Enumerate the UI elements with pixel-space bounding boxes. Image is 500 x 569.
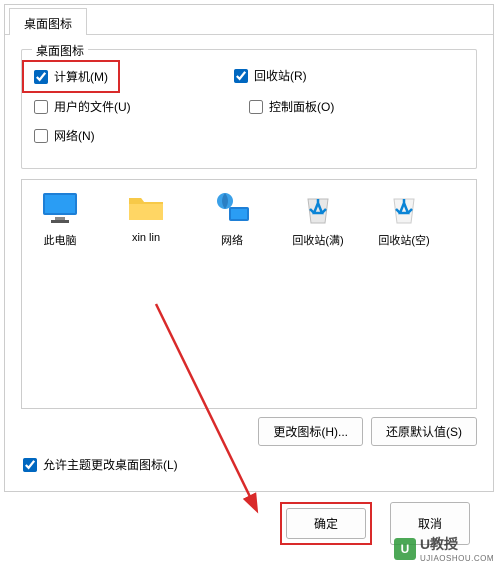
network-icon [212,190,252,226]
watermark-logo-icon: U [394,538,416,560]
folder-icon [126,190,166,226]
label-ctrlpanel: 控制面板(O) [269,98,334,115]
icon-preview-panel: 此电脑 xin lin 网络 [21,179,477,409]
highlight-ok: 确定 [280,502,372,545]
checkbox-computer[interactable] [34,70,48,84]
watermark: U U教授 UJIAOSHOU.COM [394,534,494,563]
dialog-content: 桌面图标 计算机(M) 回收站(R) 用户的文件(U) [5,35,493,481]
desktop-icons-group: 桌面图标 计算机(M) 回收站(R) 用户的文件(U) [21,49,477,169]
recycle-empty-icon [384,190,424,226]
check-userfiles[interactable]: 用户的文件(U) [34,98,249,115]
restore-defaults-button[interactable]: 还原默认值(S) [371,417,477,446]
checkbox-recycle[interactable] [234,69,248,83]
icon-network[interactable]: 网络 [202,190,262,248]
checkbox-allow-theme[interactable] [23,458,37,472]
icon-recycle-full[interactable]: 回收站(满) [288,190,348,248]
change-icon-button[interactable]: 更改图标(H)... [258,417,363,446]
monitor-icon [40,190,80,226]
icon-this-pc[interactable]: 此电脑 [30,190,90,248]
label-network: 网络(N) [54,127,95,144]
icon-user-folder[interactable]: xin lin [116,190,176,248]
ok-button[interactable]: 确定 [286,508,366,539]
checkbox-network[interactable] [34,129,48,143]
watermark-url: UJIAOSHOU.COM [420,554,494,563]
allow-theme-check[interactable]: 允许主题更改桌面图标(L) [23,456,475,473]
check-recycle[interactable]: 回收站(R) [234,67,349,84]
group-title: 桌面图标 [32,42,88,59]
checkbox-userfiles[interactable] [34,100,48,114]
icon-label: 回收站(满) [288,232,348,248]
tab-strip: 桌面图标 [5,5,493,35]
icon-label: xin lin [116,232,176,244]
label-userfiles: 用户的文件(U) [54,98,131,115]
icon-label: 此电脑 [30,232,90,248]
icon-action-row: 更改图标(H)... 还原默认值(S) [21,417,477,446]
recycle-full-icon [298,190,338,226]
label-allow-theme: 允许主题更改桌面图标(L) [43,456,178,473]
label-computer: 计算机(M) [54,68,108,85]
tab-desktop-icons[interactable]: 桌面图标 [9,8,87,35]
icon-grid: 此电脑 xin lin 网络 [30,190,468,248]
check-network[interactable]: 网络(N) [34,127,249,144]
label-recycle: 回收站(R) [254,67,307,84]
checkbox-ctrlpanel[interactable] [249,100,263,114]
check-ctrlpanel[interactable]: 控制面板(O) [249,98,464,115]
icon-label: 网络 [202,232,262,248]
icon-recycle-empty[interactable]: 回收站(空) [374,190,434,248]
watermark-brand: U教授 [420,534,494,554]
desktop-icons-dialog: 桌面图标 桌面图标 计算机(M) 回收站(R) 用户的文件(U) [4,4,494,492]
icon-label: 回收站(空) [374,232,434,248]
check-computer[interactable]: 计算机(M) [34,68,108,85]
highlight-computer: 计算机(M) [22,60,120,93]
